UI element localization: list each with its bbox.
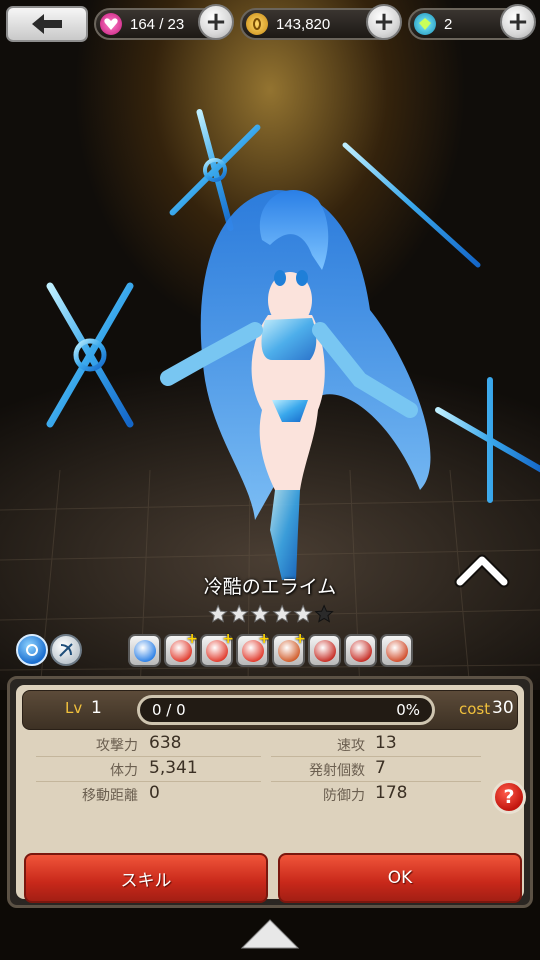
level-bar: Lv 1 0 / 0 0% cost 30	[22, 690, 518, 730]
star-filled-icon	[208, 604, 228, 623]
help-button[interactable]: ?	[492, 780, 526, 814]
stat-divider	[271, 781, 481, 782]
skill-emblem	[349, 639, 372, 662]
clock-icon[interactable]	[380, 634, 413, 667]
back-arrow-icon	[32, 14, 62, 34]
back-button[interactable]	[6, 6, 88, 42]
status-panel-inner: Lv 1 0 / 0 0% cost 30 攻撃力 638 体力 5,341 移…	[16, 685, 526, 903]
cost-label: cost	[459, 700, 491, 718]
star-filled-icon	[271, 604, 292, 623]
rarity-stars	[208, 602, 334, 628]
fist-attack-up-icon[interactable]: +	[164, 631, 198, 667]
chevron-up-icon[interactable]	[454, 552, 510, 588]
hp-label: 体力	[110, 763, 138, 779]
buff-plus-icon: +	[294, 631, 306, 647]
status-panel: Lv 1 0 / 0 0% cost 30 攻撃力 638 体力 5,341 移…	[7, 676, 533, 908]
fist-down-icon[interactable]	[344, 634, 377, 667]
snowflake-left	[6, 282, 174, 428]
shield-icon[interactable]	[308, 634, 341, 667]
speed-label: 速攻	[337, 738, 365, 754]
buff-plus-icon: +	[258, 631, 270, 647]
stamina-value: 164 / 23	[130, 15, 185, 33]
shots-value: 7	[375, 758, 386, 778]
skill-icon-row: + + + +	[128, 631, 413, 667]
buff-plus-icon: +	[186, 631, 198, 647]
star-empty-icon	[314, 604, 334, 623]
character-illustration[interactable]	[0, 60, 540, 580]
snowflake-skill-icon[interactable]	[128, 634, 161, 667]
gold-coin-icon	[246, 13, 268, 35]
star-filled-icon	[293, 604, 313, 623]
shots-label: 発射個数	[309, 763, 365, 779]
top-bar: 164 / 23 + 143,820 + 2 +	[0, 4, 540, 42]
skill-emblem	[313, 639, 336, 662]
exp-percent: 0%	[396, 701, 420, 719]
move-value: 0	[149, 783, 160, 803]
attack-label: 攻撃力	[96, 738, 138, 754]
level-value: 1	[91, 698, 102, 718]
heart-icon	[100, 13, 122, 35]
gem-icon	[414, 13, 436, 35]
bow-weapon-icon[interactable]	[50, 634, 82, 666]
star-filled-icon	[250, 604, 271, 623]
exp-text: 0 / 0	[152, 701, 186, 719]
skill-emblem	[385, 639, 408, 662]
gem-value: 2	[444, 15, 453, 33]
defense-value: 178	[375, 783, 408, 803]
stat-divider	[271, 756, 481, 757]
exp-progress-bar: 0 / 0 0%	[137, 695, 435, 725]
add-gem-button[interactable]: +	[500, 4, 536, 40]
cost-value: 30	[492, 698, 514, 718]
add-gold-button[interactable]: +	[366, 4, 402, 40]
heart-up-icon[interactable]: +	[236, 631, 270, 667]
snowflake-right	[435, 376, 540, 504]
hp-value: 5,341	[149, 758, 198, 778]
stat-divider	[36, 781, 261, 782]
thermometer-icon[interactable]: +	[272, 631, 306, 667]
expand-up-arrow-icon[interactable]	[240, 914, 300, 950]
fist-defense-up-icon[interactable]: +	[200, 631, 234, 667]
water-element-icon[interactable]	[16, 634, 48, 666]
skill-button[interactable]: スキル	[24, 853, 268, 903]
attack-value: 638	[149, 733, 182, 753]
speed-value: 13	[375, 733, 397, 753]
ok-button[interactable]: OK	[278, 853, 522, 903]
star-filled-icon	[229, 604, 249, 623]
ice-shard-right	[342, 142, 481, 268]
skill-emblem	[133, 639, 156, 662]
add-stamina-button[interactable]: +	[198, 4, 234, 40]
level-label: Lv	[65, 699, 83, 717]
gold-value: 143,820	[276, 15, 331, 33]
buff-plus-icon: +	[222, 631, 234, 647]
defense-label: 防御力	[323, 788, 365, 804]
move-label: 移動距離	[82, 788, 138, 804]
stat-divider	[36, 756, 261, 757]
